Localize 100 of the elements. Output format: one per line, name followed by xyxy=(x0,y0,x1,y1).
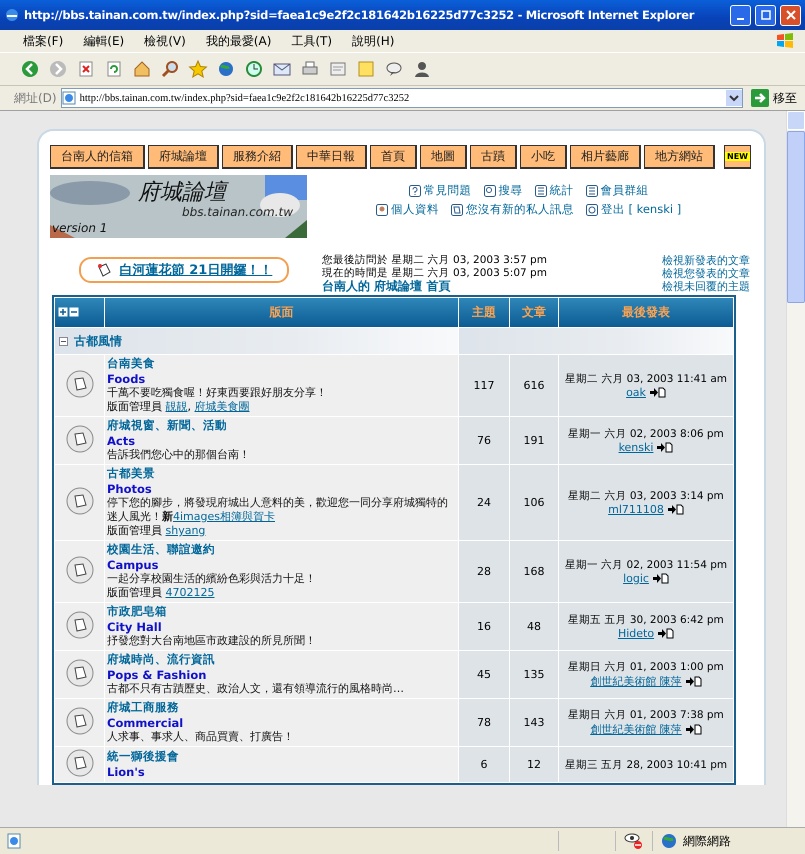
forum-folder-icon xyxy=(66,611,94,639)
last-post-user[interactable]: Hideto xyxy=(618,627,654,640)
vertical-scrollbar[interactable] xyxy=(786,111,805,827)
close-button[interactable] xyxy=(780,4,801,26)
moderator-link[interactable]: 4702125 xyxy=(166,586,214,600)
user-link[interactable]: 個人資料 xyxy=(376,202,439,217)
last-post-user[interactable]: 創世紀美術館 陳萍 xyxy=(590,722,682,737)
notice-link[interactable]: 白河蓮花節 21日開鑼！！ xyxy=(79,257,289,283)
user-link[interactable]: 登出 [ kenski ] xyxy=(586,202,682,217)
separator-text: , xyxy=(188,400,192,414)
last-post-user[interactable]: 創世紀美術館 陳萍 xyxy=(590,674,682,689)
forum-index-link[interactable]: 台南人的 府城論壇 首頁 xyxy=(322,280,662,293)
forum-folder-icon xyxy=(66,659,94,687)
column-header: 最後發表 xyxy=(559,298,733,327)
last-post-user[interactable]: kenski xyxy=(618,441,654,454)
latest-post-icon[interactable] xyxy=(650,387,666,398)
nav-tab[interactable]: 台南人的信箱 xyxy=(50,145,145,169)
last-post-user[interactable]: logic xyxy=(623,572,649,585)
messenger-icon[interactable] xyxy=(412,59,432,79)
menu-item[interactable]: 檔案(F) xyxy=(14,32,72,50)
menu-item[interactable]: 說明(H) xyxy=(343,32,404,50)
address-field[interactable]: http://bbs.tainan.com.tw/index.php?sid=faea1c9e2f2c181642b16225d77c3252 xyxy=(60,88,743,108)
view-link[interactable]: 檢視您發表的文章 xyxy=(662,267,750,280)
back-icon[interactable] xyxy=(20,59,40,79)
post-count: 48 xyxy=(527,620,541,633)
page-icon xyxy=(6,833,22,849)
nav-tab[interactable]: 小吃 xyxy=(520,145,567,169)
forum-name[interactable]: 台南美食 xyxy=(107,356,456,371)
user-link[interactable]: 常見問題 xyxy=(408,183,472,198)
note-icon[interactable] xyxy=(356,59,376,79)
page-icon xyxy=(62,91,76,105)
last-post-date: 星期二 六月 03, 2003 11:41 am xyxy=(564,372,728,386)
nav-tab[interactable]: 首頁 xyxy=(370,145,417,169)
forum-english-name: Acts xyxy=(107,435,136,448)
menu-item[interactable]: 編輯(E) xyxy=(74,32,134,50)
menu-item[interactable]: 我的最愛(A) xyxy=(196,32,280,50)
note-icon xyxy=(96,262,112,278)
post-count: 191 xyxy=(524,434,544,447)
forum-description: 千萬不要吃獨食喔！好東西要跟好朋友分享！ xyxy=(107,386,328,400)
nav-tab[interactable]: 地方網站 xyxy=(644,145,715,169)
new-tab[interactable]: NEW xyxy=(724,145,751,169)
latest-post-icon[interactable] xyxy=(658,628,674,639)
view-link[interactable]: 檢視未回覆的主題 xyxy=(662,280,750,293)
expand-collapse-icon[interactable] xyxy=(58,306,80,316)
menu-item[interactable]: 工具(T) xyxy=(282,32,342,50)
maximize-button[interactable] xyxy=(755,4,776,26)
category-link[interactable]: 古都風情 xyxy=(56,332,122,350)
globe-icon[interactable] xyxy=(216,59,236,79)
list-icon xyxy=(534,184,546,196)
dropdown-icon[interactable] xyxy=(726,90,742,106)
go-button[interactable]: 移至 xyxy=(747,89,801,107)
user-link[interactable]: 搜尋 xyxy=(484,183,522,198)
forum-english-name: Photos xyxy=(107,483,153,496)
latest-post-icon[interactable] xyxy=(686,676,702,687)
home-icon[interactable] xyxy=(132,59,152,79)
nav-tab[interactable]: 地圖 xyxy=(420,145,467,169)
nav-tab[interactable]: 中華日報 xyxy=(296,145,367,169)
album-link[interactable]: 4images相簿與賀卡 xyxy=(173,510,275,523)
latest-post-icon[interactable] xyxy=(657,442,674,453)
user-link[interactable]: 統計 xyxy=(534,183,574,198)
history-icon[interactable] xyxy=(244,59,264,79)
minimize-icon xyxy=(737,18,744,20)
nav-tab[interactable]: 府城論壇 xyxy=(148,145,219,169)
last-post-user[interactable]: oak xyxy=(626,386,646,399)
moderator-link[interactable]: 府城美食團 xyxy=(194,400,250,414)
forum-name[interactable]: 校園生活、聯誼邀約 xyxy=(107,542,456,557)
topic-count: 16 xyxy=(477,620,491,633)
latest-post-icon[interactable] xyxy=(686,724,702,735)
forum-name[interactable]: 市政肥皂箱 xyxy=(107,604,456,619)
topic-count: 24 xyxy=(477,496,491,509)
post-count: 143 xyxy=(524,716,544,729)
view-link[interactable]: 檢視新發表的文章 xyxy=(662,254,750,267)
nav-tab[interactable]: 服務介紹 xyxy=(222,145,293,169)
forum-english-name: Lion's xyxy=(107,766,146,779)
last-visit-text: 您最後訪問於 星期二 六月 03, 2003 3:57 pm xyxy=(322,254,548,267)
latest-post-icon[interactable] xyxy=(652,573,669,584)
forum-name[interactable]: 府城時尚、流行資訊 xyxy=(107,652,456,667)
forum-name[interactable]: 統一獅後援會 xyxy=(107,749,456,764)
user-link[interactable]: 您沒有新的私人訊息 xyxy=(450,202,574,217)
user-link[interactable]: 會員群組 xyxy=(586,183,648,198)
menu-item[interactable]: 檢視(V) xyxy=(135,32,195,50)
nav-tab[interactable]: 古蹟 xyxy=(470,145,517,169)
latest-post-icon[interactable] xyxy=(668,504,684,515)
post-count: 12 xyxy=(527,758,541,771)
column-header: 文章 xyxy=(510,298,558,327)
last-post-date: 星期三 五月 28, 2003 10:41 pm xyxy=(564,758,728,772)
forum-description: 人求事、事求人、商品買賣、打廣告！ xyxy=(107,730,295,744)
forum-english-name: Foods xyxy=(107,373,146,386)
forum-description: 古都不只有古蹟歷史、政治人文，還有領導流行的風格時尚… xyxy=(107,682,405,696)
forum-name[interactable]: 府城視窗、新聞、活動 xyxy=(107,418,456,433)
last-post-user[interactable]: ml711108 xyxy=(608,503,664,516)
forum-name[interactable]: 府城工商服務 xyxy=(107,700,456,715)
nav-tab[interactable]: 相片藝廊 xyxy=(570,145,641,169)
moderator-link[interactable]: 靚靚 xyxy=(166,400,188,414)
forum-description: 抒發您對大台南地區市政建設的所見所聞！ xyxy=(107,634,317,648)
star-icon[interactable] xyxy=(188,59,208,79)
minimize-button[interactable] xyxy=(730,4,751,26)
banner-domain: bbs.tainan.com.tw xyxy=(182,205,294,219)
forum-name[interactable]: 古都美景 xyxy=(107,466,456,481)
moderator-link[interactable]: shyang xyxy=(166,524,206,538)
